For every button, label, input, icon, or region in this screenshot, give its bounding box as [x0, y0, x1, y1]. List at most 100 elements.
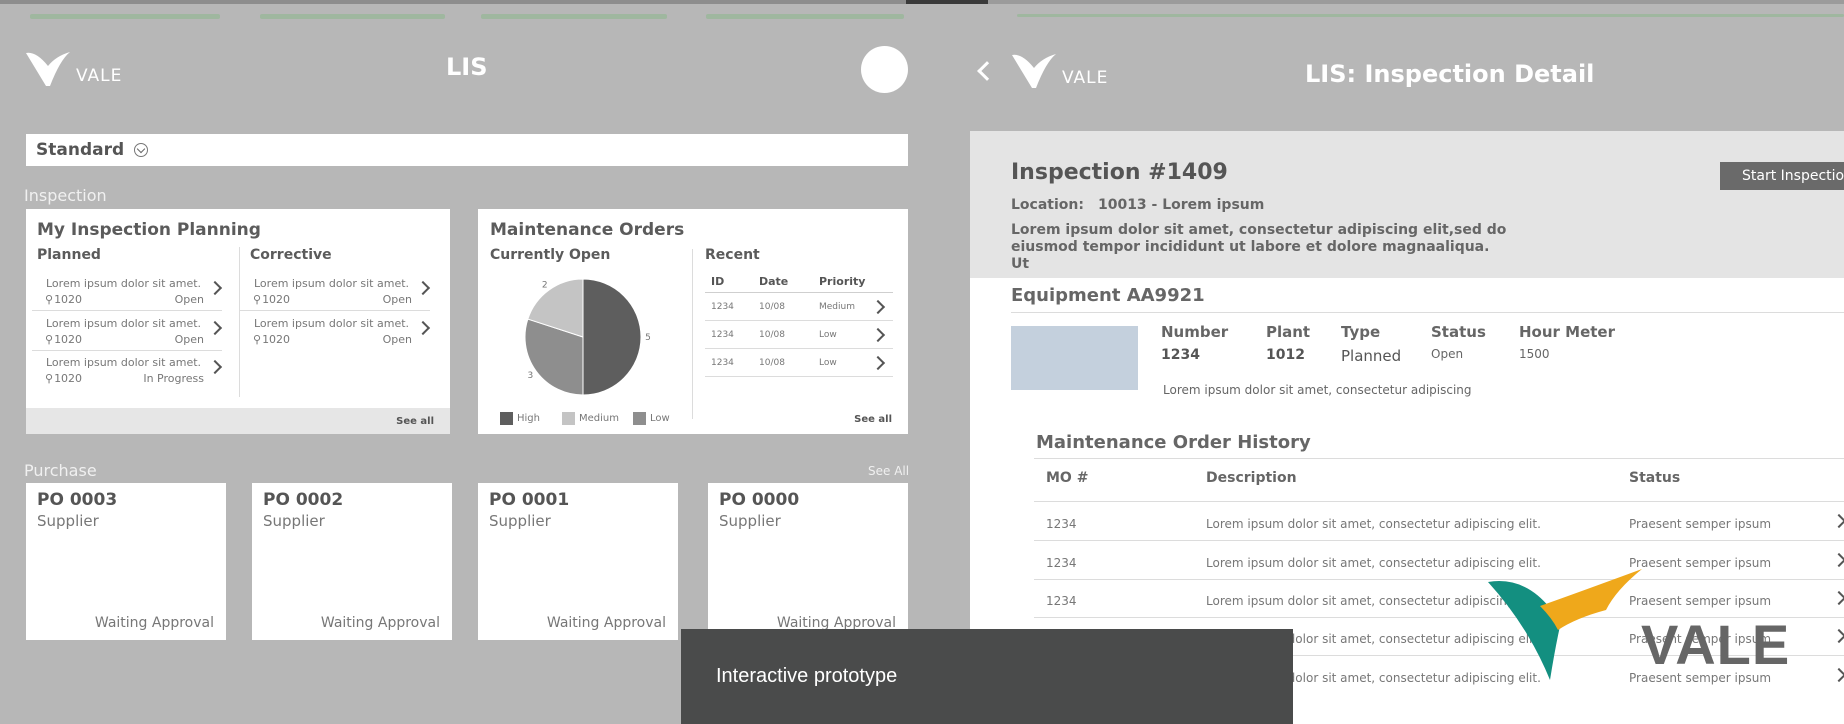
table-header: ID Date Priority	[705, 275, 893, 293]
column-header: Status	[1629, 470, 1681, 486]
progress-segment	[481, 14, 667, 19]
table-row[interactable]: 1234 10/08 Low	[705, 321, 893, 349]
app-title: LIS	[446, 53, 488, 81]
column-header: Date	[759, 275, 789, 288]
chevron-right-icon	[1831, 552, 1844, 568]
page-title: LIS: Inspection Detail	[1305, 60, 1595, 88]
column-header: ID	[711, 275, 725, 288]
po-status: Waiting Approval	[94, 615, 214, 631]
chevron-right-icon	[1831, 590, 1844, 606]
legend-swatch	[500, 412, 513, 425]
table-row[interactable]: 1234 Lorem ipsum dolor sit amet, consect…	[1034, 542, 1844, 580]
cell-status: Praesent semper ipsum	[1629, 594, 1772, 608]
cell-id: 1234	[711, 301, 734, 312]
purchase-order-card[interactable]: PO 0000 Supplier Waiting Approval	[708, 483, 908, 640]
see-all-link[interactable]: See all	[396, 416, 434, 427]
prototype-toast: Interactive prototype	[681, 629, 1293, 724]
back-chevron-icon[interactable]	[977, 61, 997, 81]
field-label: Number	[1161, 323, 1229, 341]
cell-id: 1234	[711, 357, 734, 368]
recent-orders-table: ID Date Priority 1234 10/08 Medium 1234 …	[705, 275, 893, 377]
planned-label: Planned	[37, 247, 101, 263]
table-row[interactable]: 1234 10/08 Low	[705, 349, 893, 377]
purchase-order-card[interactable]: PO 0003 Supplier Waiting Approval	[26, 483, 226, 640]
column-divider	[692, 249, 693, 419]
inspection-title: Inspection #1409	[1011, 160, 1228, 185]
equipment-field-plant: Plant 1012	[1266, 323, 1310, 363]
avatar[interactable]	[861, 46, 908, 93]
start-inspection-button[interactable]: Start Inspection	[1720, 162, 1844, 190]
cell-mo: 1234	[1046, 594, 1077, 608]
po-supplier: Supplier	[37, 512, 99, 530]
currently-open-label: Currently Open	[490, 247, 611, 263]
description-line: eiusmod tempor incididunt ut labore et d…	[1011, 239, 1490, 272]
brand-word: VALE	[1641, 613, 1791, 676]
divider	[1034, 458, 1844, 459]
purchase-order-card[interactable]: PO 0002 Supplier Waiting Approval	[252, 483, 452, 640]
logo-text: VALE	[76, 66, 123, 86]
planned-item[interactable]: Lorem ipsum dolor sit amet. 1020 In Prog…	[32, 352, 223, 390]
pie-value-label: 5	[645, 333, 651, 343]
field-label: Type	[1341, 323, 1381, 341]
planned-item[interactable]: Lorem ipsum dolor sit amet. 1020 Open	[32, 273, 223, 311]
cell-mo: 1234	[1046, 517, 1077, 531]
equipment-field-status: Status Open	[1431, 323, 1486, 361]
legend-item-high: High	[500, 412, 540, 425]
progress-segment	[706, 14, 904, 19]
pie-value-label: 2	[542, 280, 548, 290]
cell-date: 10/08	[759, 329, 785, 340]
legend-label: High	[517, 413, 540, 424]
location-pin-icon: 1020	[45, 293, 82, 306]
top-image-strip	[906, 0, 988, 4]
top-strip	[0, 0, 1844, 22]
vale-logo-icon	[1012, 54, 1056, 88]
equipment-field-type: Type Planned	[1341, 323, 1401, 365]
see-all-link[interactable]: See all	[854, 414, 892, 425]
purchase-order-card[interactable]: PO 0001 Supplier Waiting Approval	[478, 483, 678, 640]
card-footer	[26, 408, 450, 434]
cell-id: 1234	[711, 329, 734, 340]
section-label-inspection: Inspection	[24, 186, 107, 205]
po-number: PO 0000	[719, 490, 800, 510]
item-text: Lorem ipsum dolor sit amet.	[254, 317, 410, 330]
planned-item[interactable]: Lorem ipsum dolor sit amet. 1020 Open	[32, 313, 223, 351]
cell-status: Praesent semper ipsum	[1629, 517, 1772, 531]
inspection-description: Lorem ipsum dolor sit amet, consectetur …	[1011, 222, 1511, 273]
purchase-see-all-link[interactable]: See All	[868, 464, 909, 478]
chevron-down-icon	[134, 143, 149, 157]
item-text: Lorem ipsum dolor sit amet.	[46, 277, 202, 290]
equipment-field-number: Number 1234	[1161, 323, 1228, 363]
location-pin-icon: 1020	[253, 293, 290, 306]
corrective-item[interactable]: Lorem ipsum dolor sit amet. 1020 Open	[240, 313, 431, 351]
po-status: Waiting Approval	[320, 615, 440, 631]
vale-brand-logo-icon	[1488, 569, 1642, 680]
inspection-location: Location: 10013 - Lorem ipsum	[1011, 197, 1264, 213]
table-row[interactable]: 1234 Lorem ipsum dolor sit amet, consect…	[1034, 503, 1844, 541]
legend-item-medium: Medium	[562, 412, 619, 425]
column-header: MO #	[1046, 470, 1089, 486]
column-header: Description	[1206, 470, 1297, 486]
chevron-right-icon	[207, 280, 223, 296]
po-number: PO 0003	[37, 490, 118, 510]
view-dropdown[interactable]: Standard	[26, 134, 908, 166]
vale-logo: VALE	[1012, 52, 1108, 90]
priority-pie-chart: 5 3 2	[524, 278, 651, 396]
pie-value-label: 3	[528, 371, 534, 381]
table-row[interactable]: 1234 10/08 Medium	[705, 293, 893, 321]
item-text: Lorem ipsum dolor sit amet.	[46, 356, 202, 369]
corrective-item[interactable]: Lorem ipsum dolor sit amet. 1020 Open	[240, 273, 431, 311]
progress-segment	[30, 14, 220, 19]
progress-segment	[1017, 14, 1844, 17]
equipment-title: Equipment AA9921	[1011, 285, 1205, 306]
progress-segment	[260, 14, 445, 19]
chevron-right-icon	[415, 320, 431, 336]
chevron-right-icon	[415, 280, 431, 296]
card-title: Maintenance Orders	[490, 220, 685, 240]
dropdown-label: Standard	[36, 140, 125, 160]
item-status: Open	[382, 293, 412, 306]
logo-text: VALE	[1062, 68, 1109, 88]
item-status: Open	[382, 333, 412, 346]
chevron-right-icon	[1831, 628, 1844, 644]
corrective-label: Corrective	[250, 247, 332, 263]
po-supplier: Supplier	[719, 512, 781, 530]
